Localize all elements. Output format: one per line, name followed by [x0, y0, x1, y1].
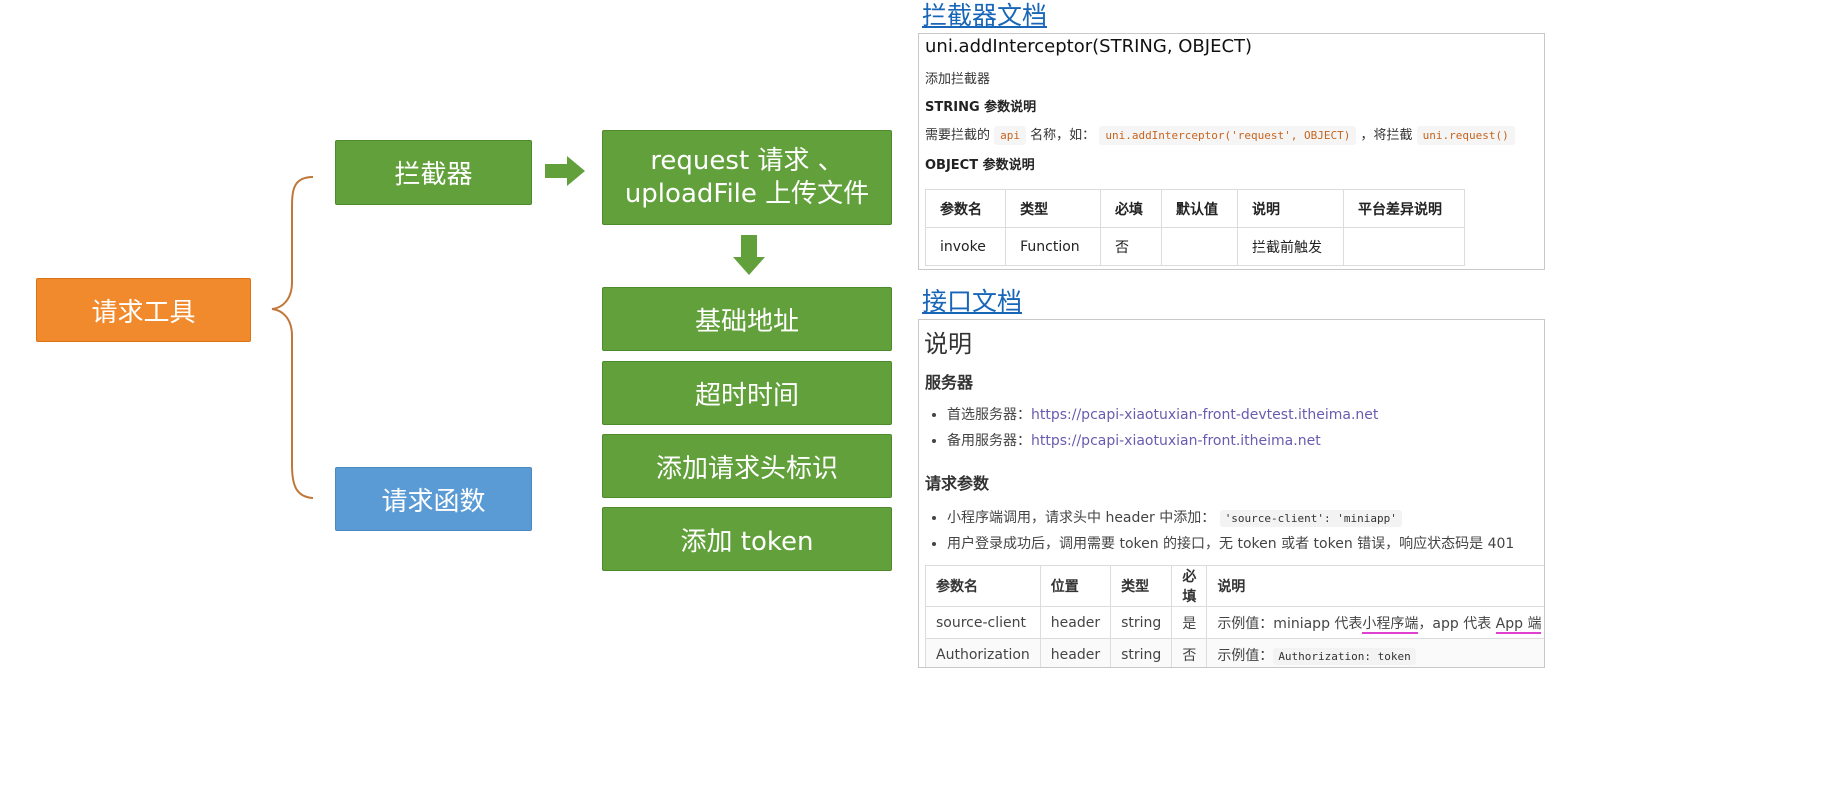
list-item: 用户登录成功后，调用需要 token 的接口，无 token 或者 token …: [947, 533, 1514, 553]
interceptor-params-table: 参数名 类型 必填 默认值 说明 平台差异说明 invoke Function …: [924, 189, 1466, 266]
params-list: 小程序端调用，请求头中 header 中添加： 'source-client':…: [919, 507, 1514, 559]
api-doc-title: 说明: [924, 330, 972, 358]
target-line-1: request 请求 、: [650, 145, 844, 176]
table-row: source-client header string 是 示例值：miniap…: [925, 606, 1544, 639]
bullet-text: 用户登录成功后，调用需要 token 的接口，无 token 或者 token …: [947, 536, 1515, 552]
step-label: 基础地址: [694, 306, 799, 337]
string-text: 需要拦截的: [925, 128, 991, 143]
root-node: 请求工具: [36, 278, 251, 342]
request-function-label: 请求函数: [381, 486, 486, 517]
server-label: 首选服务器：: [947, 407, 1031, 423]
root-label: 请求工具: [91, 297, 196, 328]
step-header-flag: 添加请求头标识: [602, 434, 892, 498]
server-heading: 服务器: [925, 373, 974, 392]
server-list: 首选服务器：https://pcapi-xiaotuxian-front-dev…: [919, 404, 1378, 456]
table-cell: Function: [1005, 227, 1101, 266]
table-row: invoke Function 否 拦截前触发: [924, 227, 1466, 266]
table-cell: 否: [1099, 227, 1162, 266]
step-timeout: 超时时间: [602, 361, 892, 425]
table-header: 说明: [1236, 189, 1344, 228]
string-text: ，将拦截: [1360, 128, 1413, 143]
table-cell: invoke: [924, 227, 1007, 266]
table-header: 必填: [1099, 189, 1162, 228]
table-header-row: 参数名 类型 必填 默认值 说明 平台差异说明: [924, 189, 1466, 228]
server-label: 备用服务器：: [947, 433, 1031, 449]
object-heading: OBJECT 参数说明: [925, 158, 1035, 173]
interceptor-doc-panel: uni.addInterceptor(STRING, OBJECT) 添加拦截器…: [918, 33, 1545, 270]
right-arrow: [545, 156, 585, 186]
server-url-link[interactable]: https://pcapi-xiaotuxian-front.itheima.n…: [1031, 433, 1321, 449]
table-cell: string: [1110, 638, 1173, 667]
step-label: 添加 token: [680, 526, 814, 557]
desc-text: 示例值：miniapp 代表: [1217, 615, 1363, 632]
string-desc: 需要拦截的 api 名称，如： uni.addInterceptor('requ…: [925, 124, 1515, 145]
table-cell: 是: [1171, 606, 1208, 639]
table-header: 位置: [1039, 565, 1112, 607]
code-source-client: 'source-client': 'miniapp': [1219, 510, 1402, 527]
api-doc-link[interactable]: 接口文档: [922, 282, 1022, 318]
table-cell: header: [1039, 638, 1112, 667]
step-base-url: 基础地址: [602, 287, 892, 351]
target-node: request 请求 、 uploadFile 上传文件: [602, 130, 892, 225]
table-header: 默认值: [1160, 189, 1238, 228]
code-add-interceptor: uni.addInterceptor('request', OBJECT): [1099, 126, 1357, 145]
table-header: 平台差异说明: [1342, 189, 1466, 228]
code-api: api: [994, 126, 1027, 145]
api-doc-panel: 说明 服务器 首选服务器：https://pcapi-xiaotuxian-fr…: [918, 319, 1545, 668]
table-cell: 示例值：miniapp 代表小程序端，app 代表 App 端: [1206, 606, 1544, 639]
params-heading: 请求参数: [925, 474, 990, 493]
desc-text: ，app 代表: [1418, 615, 1496, 632]
step-token: 添加 token: [602, 507, 892, 571]
step-label: 超时时间: [694, 380, 799, 411]
list-item: 备用服务器：https://pcapi-xiaotuxian-front.ith…: [947, 430, 1378, 450]
down-arrow: [733, 235, 765, 275]
table-cell: Authorization: [925, 638, 1041, 667]
table-header: 必填: [1171, 565, 1208, 607]
table-header-row: 参数名 位置 类型 必填 说明: [925, 565, 1544, 607]
highlight-app: App 端: [1495, 615, 1542, 634]
table-cell: 否: [1171, 638, 1208, 667]
interceptor-desc: 添加拦截器: [925, 72, 991, 87]
interceptor-node: 拦截器: [335, 140, 532, 205]
request-function-node: 请求函数: [335, 467, 532, 531]
table-cell: source-client: [925, 606, 1041, 639]
table-cell: 示例值： Authorization: token: [1206, 638, 1544, 667]
code-uni-request: uni.request(): [1416, 126, 1515, 145]
table-header: 类型: [1005, 189, 1101, 228]
brace: [271, 176, 314, 499]
table-cell: header: [1039, 606, 1112, 639]
interceptor-doc-link[interactable]: 拦截器文档: [922, 0, 1047, 32]
bullet-text: 小程序端调用，请求头中 header 中添加：: [947, 510, 1216, 526]
desc-text: 示例值：: [1217, 647, 1274, 664]
table-row: Authorization header string 否 示例值： Author…: [925, 638, 1544, 667]
table-header: 参数名: [924, 189, 1007, 228]
signature: uni.addInterceptor(STRING, OBJECT): [925, 36, 1253, 57]
interceptor-label: 拦截器: [394, 160, 473, 190]
api-params-table: 参数名 位置 类型 必填 说明 source-client header str…: [925, 565, 1544, 667]
table-cell: [1160, 227, 1238, 266]
table-cell: 拦截前触发: [1236, 227, 1344, 266]
table-cell: [1342, 227, 1466, 266]
list-item: 首选服务器：https://pcapi-xiaotuxian-front-dev…: [947, 404, 1378, 424]
highlight-miniapp: 小程序端: [1362, 615, 1419, 634]
table-cell: string: [1110, 606, 1173, 639]
step-label: 添加请求头标识: [655, 453, 838, 484]
table-header: 类型: [1110, 565, 1173, 607]
target-line-2: uploadFile 上传文件: [624, 178, 870, 209]
table-header: 说明: [1206, 565, 1544, 607]
string-heading: STRING 参数说明: [925, 100, 1037, 115]
list-item: 小程序端调用，请求头中 header 中添加： 'source-client':…: [947, 507, 1514, 527]
code-authorization: Authorization: token: [1273, 647, 1416, 665]
string-text: 名称，如：: [1030, 128, 1096, 143]
server-url-link[interactable]: https://pcapi-xiaotuxian-front-devtest.i…: [1031, 407, 1378, 423]
table-header: 参数名: [925, 565, 1041, 607]
